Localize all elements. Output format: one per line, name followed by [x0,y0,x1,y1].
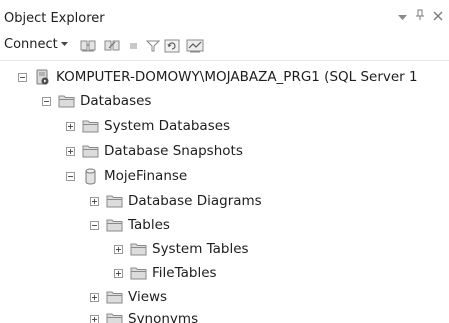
collapse-toggle[interactable] [18,72,27,82]
folder-icon [106,312,123,323]
expand-toggle[interactable] [66,121,75,131]
tree-item-server[interactable]: KOMPUTER-DOMOWY\MOJABAZA_PRG1 (SQL Serve… [18,66,418,88]
expand-toggle[interactable] [66,146,75,156]
tree-item-label: MojeFinanse [104,168,188,184]
refresh-icon[interactable] [164,38,181,58]
folder-icon [82,119,99,133]
activity-monitor-icon[interactable] [186,38,205,58]
collapse-toggle[interactable] [66,171,75,181]
toolbar: Connect [0,32,449,61]
tree-item-label: FileTables [152,265,217,281]
tree-item-system-tables[interactable]: System Tables [114,238,249,260]
tree-item-label: Database Snapshots [104,143,243,159]
collapse-toggle[interactable] [42,96,51,106]
database-icon [82,168,99,184]
expand-toggle[interactable] [90,292,99,302]
filter-icon[interactable] [145,38,161,58]
expand-toggle[interactable] [114,244,123,254]
tree-item-database-diagrams[interactable]: Database Diagrams [90,190,262,212]
tree-item-label: Databases [80,93,152,109]
collapse-toggle[interactable] [90,220,99,230]
tree-item-filetables[interactable]: FileTables [114,262,217,284]
connect-button[interactable]: Connect [4,37,68,52]
stop-icon[interactable] [128,38,140,58]
server-icon [34,69,51,84]
tree-item-mojefinanse[interactable]: MojeFinanse [66,165,187,187]
disconnect-icon[interactable] [104,38,121,58]
tree-item-system-databases[interactable]: System Databases [66,115,230,137]
tree-item-label: System Tables [152,241,249,257]
expand-toggle[interactable] [114,268,123,278]
title-controls [398,9,443,24]
tree-item-synonyms[interactable]: Synonyms [90,308,198,323]
expand-toggle[interactable] [90,196,99,206]
title-bar: Object Explorer [0,0,449,30]
tree-item-label: Synonyms [128,311,199,323]
tree-item-tables[interactable]: Tables [90,214,170,236]
folder-icon [58,94,75,108]
tree-item-label: KOMPUTER-DOMOWY\MOJABAZA_PRG1 (SQL Serve… [56,69,418,85]
panel-title: Object Explorer [4,11,105,26]
folder-icon [106,194,123,208]
connect-dropdown-icon[interactable] [60,40,68,49]
tree-item-database-snapshots[interactable]: Database Snapshots [66,140,243,162]
folder-icon [106,218,123,232]
expand-toggle[interactable] [90,314,99,323]
folder-icon [82,144,99,158]
close-icon[interactable] [433,10,443,24]
tree-item-label: System Databases [104,118,231,134]
pin-icon[interactable] [415,9,425,24]
tree-item-label: Views [128,289,168,305]
folder-icon [106,290,123,304]
tree-item-label: Tables [128,217,170,233]
connect-label: Connect [4,37,58,52]
folder-icon [130,266,147,280]
object-explorer-panel: Object Explorer Connect KOMPUTER-DOMOWY\… [0,0,449,323]
window-position-dropdown-icon[interactable] [398,10,407,24]
folder-icon [130,242,147,256]
connect-object-explorer-icon[interactable] [80,38,97,58]
tree-item-label: Database Diagrams [128,193,262,209]
tree-item-views[interactable]: Views [90,286,167,308]
tree-item-databases[interactable]: Databases [42,90,151,112]
